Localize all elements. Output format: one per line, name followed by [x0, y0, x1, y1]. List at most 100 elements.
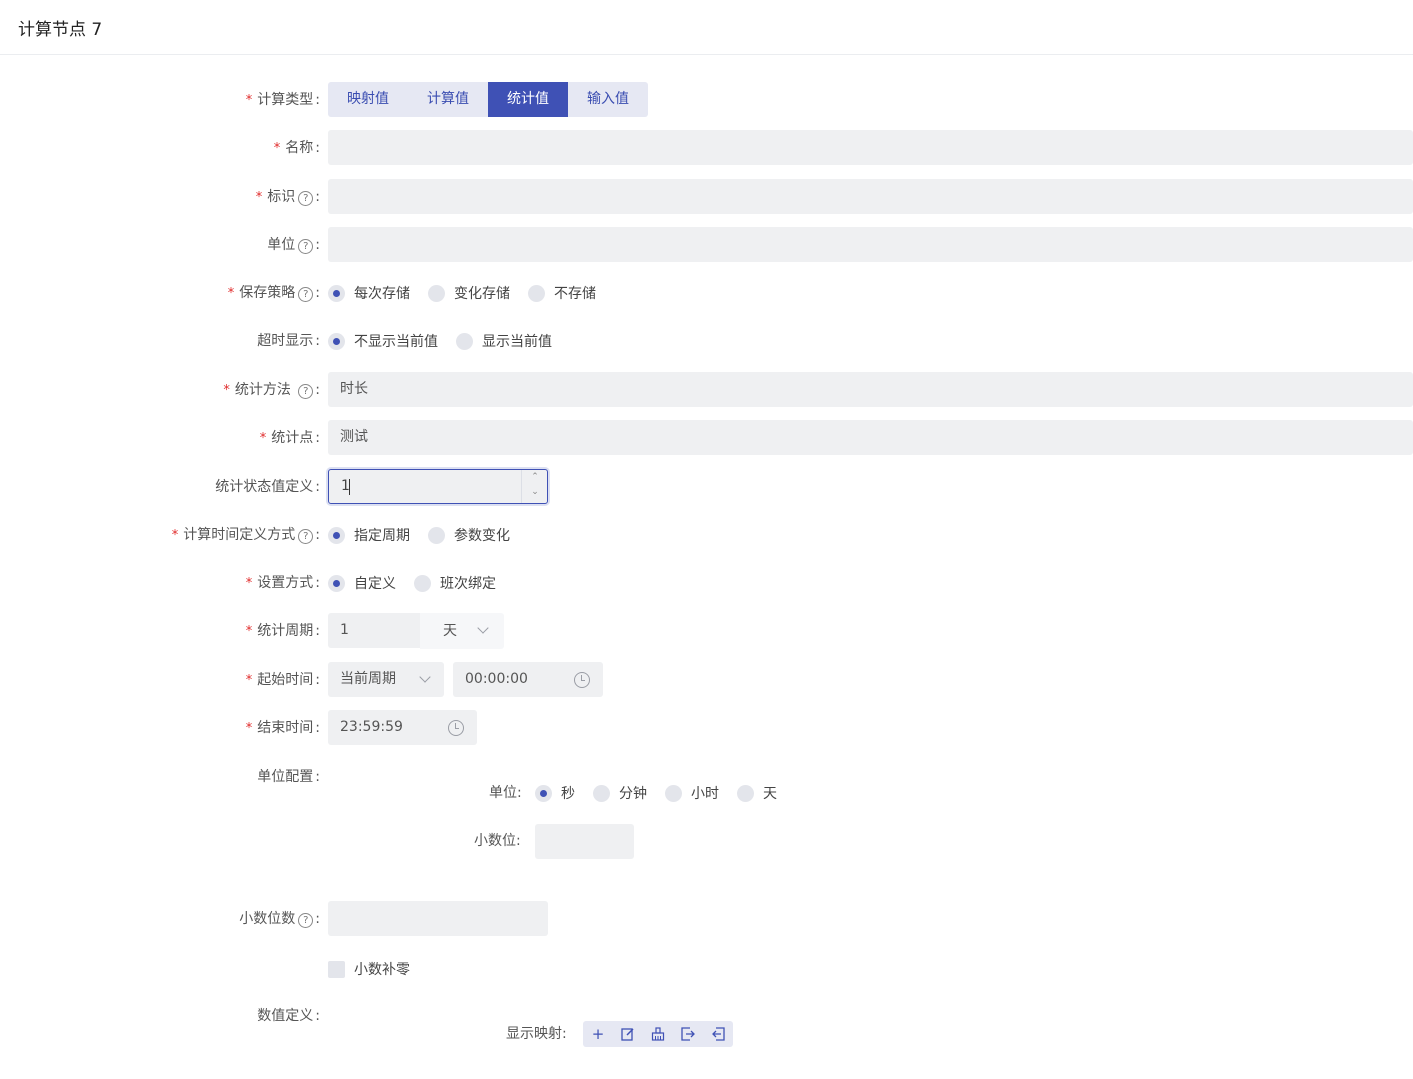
stat-point-label: * 统计点: — [259, 430, 320, 446]
radio-dot[interactable] — [328, 574, 345, 592]
radio-dot[interactable] — [665, 784, 682, 802]
calc-type-option-stat[interactable]: 统计值 — [488, 82, 568, 117]
stat-point-select[interactable]: 测试 — [328, 420, 1413, 455]
timeout-show-current[interactable]: 显示当前值 — [456, 331, 552, 351]
pad-zero-checkbox[interactable]: 小数补零 — [328, 959, 410, 979]
radio-dot[interactable] — [414, 574, 431, 592]
unit-row: 单位?: — [0, 227, 1413, 263]
unit-day[interactable]: 天 — [737, 783, 777, 803]
export-icon[interactable] — [673, 1021, 703, 1047]
chevron-down-icon — [419, 671, 431, 683]
radio-dot[interactable] — [328, 284, 345, 302]
start-time-label: * 起始时间: — [245, 672, 320, 688]
unit-input[interactable] — [328, 227, 1413, 262]
setting-mode-radio-group: 自定义 班次绑定 — [328, 565, 514, 601]
stat-period-value-input[interactable]: 1 — [328, 613, 420, 648]
unit-config-label: 单位配置: — [257, 769, 320, 785]
name-input[interactable] — [328, 130, 1413, 165]
spinner-up-icon[interactable]: ⌃ — [522, 472, 548, 482]
radio-dot[interactable] — [593, 784, 610, 802]
name-label: * 名称: — [273, 140, 320, 156]
setting-mode-shift[interactable]: 班次绑定 — [414, 573, 496, 593]
decimal-places-input[interactable] — [328, 901, 548, 936]
calc-type-segmented: 映射值 计算值 统计值 输入值 — [328, 82, 648, 117]
stat-period-unit-select[interactable]: 天 — [420, 613, 504, 649]
page-header: 计算节点 7 — [0, 0, 1413, 55]
start-period-select[interactable]: 当前周期 — [328, 662, 444, 697]
unit-config-unit-label: 单位: — [489, 785, 522, 801]
radio-dot[interactable] — [535, 784, 552, 802]
end-time-row: * 结束时间: 23:59:59 — [0, 710, 1413, 746]
calc-time-fixed-period[interactable]: 指定周期 — [328, 525, 410, 545]
calc-type-option-mapping[interactable]: 映射值 — [328, 82, 408, 117]
save-policy-change[interactable]: 变化存储 — [428, 283, 510, 303]
edit-icon[interactable] — [613, 1021, 643, 1047]
unit-config-radio-group: 秒 分钟 小时 天 — [535, 775, 795, 811]
radio-dot[interactable] — [328, 332, 345, 350]
clock-icon — [448, 720, 464, 736]
stat-method-label: * 统计方法 ?: — [223, 382, 320, 399]
setting-mode-custom[interactable]: 自定义 — [328, 573, 396, 593]
setting-mode-row: * 设置方式: 自定义 班次绑定 — [0, 565, 1413, 601]
help-icon[interactable]: ? — [298, 191, 314, 206]
decimal-places-row: 小数位数?: — [0, 901, 1413, 937]
checkbox-box[interactable] — [328, 960, 345, 978]
unit-minute[interactable]: 分钟 — [593, 783, 647, 803]
text-caret — [349, 479, 350, 495]
radio-dot[interactable] — [428, 526, 445, 544]
unit-config-decimals-label: 小数位: — [474, 833, 521, 849]
unit-config-decimals-input[interactable] — [535, 824, 634, 859]
calc-time-def-radio-group: 指定周期 参数变化 — [328, 517, 528, 553]
value-def-label: 数值定义: — [257, 1008, 320, 1024]
help-icon[interactable]: ? — [298, 287, 314, 302]
timeout-display-label: 超时显示: — [257, 333, 320, 349]
calc-type-option-calc[interactable]: 计算值 — [408, 82, 488, 117]
radio-dot[interactable] — [328, 526, 345, 544]
timeout-hide-current[interactable]: 不显示当前值 — [328, 331, 438, 351]
add-icon[interactable]: + — [583, 1021, 613, 1047]
start-time-row: * 起始时间: 当前周期 00:00:00 — [0, 662, 1413, 698]
import-icon[interactable] — [703, 1021, 733, 1047]
end-time-picker[interactable]: 23:59:59 — [328, 710, 477, 745]
name-row: * 名称: — [0, 130, 1413, 166]
end-time-label: * 结束时间: — [245, 720, 320, 736]
start-period-text: 当前周期 — [340, 671, 396, 687]
unit-second[interactable]: 秒 — [535, 783, 575, 803]
end-time-text: 23:59:59 — [340, 719, 403, 735]
stat-state-label: 统计状态值定义: — [215, 479, 320, 495]
start-time-picker[interactable]: 00:00:00 — [453, 662, 603, 697]
calc-type-label: * 计算类型: — [245, 92, 320, 108]
radio-dot[interactable] — [456, 332, 473, 350]
display-map-toolbar: + — [583, 1021, 733, 1047]
calc-type-option-input[interactable]: 输入值 — [568, 82, 648, 117]
save-policy-label: * 保存策略?: — [227, 285, 320, 302]
clear-icon[interactable] — [643, 1021, 673, 1047]
help-icon[interactable]: ? — [298, 384, 314, 399]
spinner-down-icon[interactable]: ⌄ — [522, 487, 548, 497]
radio-dot[interactable] — [737, 784, 754, 802]
calc-type-row: * 计算类型: — [0, 82, 1413, 118]
help-icon[interactable]: ? — [298, 239, 314, 254]
clock-icon — [574, 672, 590, 688]
radio-dot[interactable] — [428, 284, 445, 302]
stat-state-row: 统计状态值定义: — [0, 469, 1413, 505]
save-policy-none[interactable]: 不存储 — [528, 283, 596, 303]
save-policy-every[interactable]: 每次存储 — [328, 283, 410, 303]
decimal-places-label: 小数位数?: — [239, 911, 320, 928]
stat-period-row: * 统计周期: 1 天 — [0, 613, 1413, 649]
stat-state-number-input[interactable]: 1 ⌃ ⌄ — [328, 469, 548, 504]
timeout-display-row: 超时显示: 不显示当前值 显示当前值 — [0, 323, 1413, 359]
ident-input[interactable] — [328, 179, 1413, 214]
stat-period-unit-text: 天 — [443, 623, 457, 639]
save-policy-row: * 保存策略?: 每次存储 变化存储 不存储 — [0, 275, 1413, 311]
calc-time-param-change[interactable]: 参数变化 — [428, 525, 510, 545]
timeout-display-radio-group: 不显示当前值 显示当前值 — [328, 323, 570, 359]
help-icon[interactable]: ? — [298, 913, 314, 928]
calc-time-def-row: * 计算时间定义方式?: 指定周期 参数变化 — [0, 517, 1413, 553]
unit-label: 单位?: — [267, 237, 320, 254]
help-icon[interactable]: ? — [298, 529, 314, 544]
stat-method-select[interactable]: 时长 — [328, 372, 1413, 407]
stat-period-label: * 统计周期: — [245, 623, 320, 639]
radio-dot[interactable] — [528, 284, 545, 302]
unit-hour[interactable]: 小时 — [665, 783, 719, 803]
